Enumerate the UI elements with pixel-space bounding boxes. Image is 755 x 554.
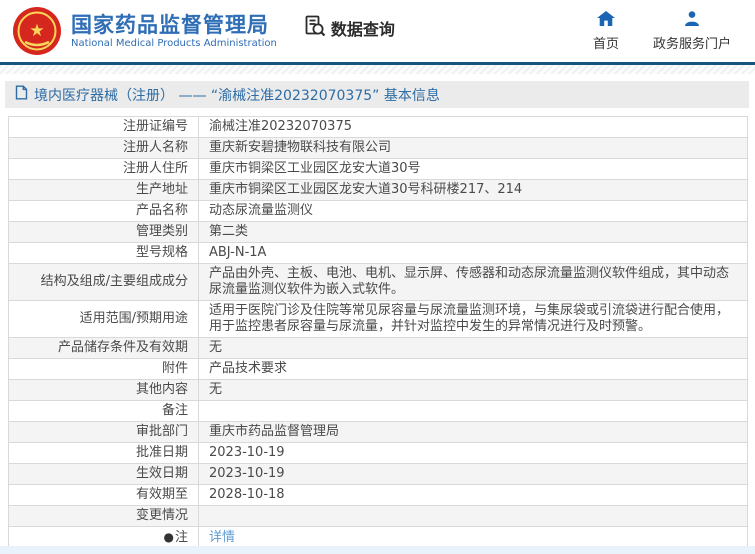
table-row: 有效期至 2028-10-18 xyxy=(8,484,748,506)
row-label: 附件 xyxy=(8,358,199,380)
bottom-strip xyxy=(0,546,755,554)
row-label: 生产地址 xyxy=(8,179,199,201)
table-row: 批准日期 2023-10-19 xyxy=(8,442,748,464)
row-label: 型号规格 xyxy=(8,242,199,264)
user-icon xyxy=(684,10,700,30)
info-table: 注册证编号 渝械注准20232070375 注册人名称 重庆新安碧捷物联科技有限… xyxy=(8,116,748,549)
org-name-zh: 国家药品监督管理局 xyxy=(71,13,269,37)
data-query-icon xyxy=(303,14,327,42)
row-value: ABJ-N-1A xyxy=(198,242,748,264)
org-name-en: National Medical Products Administration xyxy=(71,38,277,49)
row-value: 动态尿流量监测仪 xyxy=(198,200,748,222)
table-row: 产品储存条件及有效期 无 xyxy=(8,337,748,359)
row-label: 注册证编号 xyxy=(8,116,199,138)
row-value: 第二类 xyxy=(198,221,748,243)
table-row: 审批部门 重庆市药品监督管理局 xyxy=(8,421,748,443)
home-icon xyxy=(596,10,615,30)
data-query-label: 数据查询 xyxy=(330,20,395,39)
nav-item-portal[interactable]: 政务服务门户 xyxy=(652,10,731,52)
row-label: 适用范围/预期用途 xyxy=(8,300,199,338)
header: ★ 国家药品监督管理局 National Medical Products Ad… xyxy=(0,0,755,62)
row-value: 无 xyxy=(198,379,748,401)
row-label: 生效日期 xyxy=(8,463,199,485)
brand: 国家药品监督管理局 National Medical Products Admi… xyxy=(71,13,277,49)
data-query-button[interactable]: 数据查询 xyxy=(303,14,395,42)
row-label: 有效期至 xyxy=(8,484,199,506)
nav-item-home[interactable]: 首页 xyxy=(592,10,619,52)
svg-text:★: ★ xyxy=(29,21,44,41)
row-value: 重庆新安碧捷物联科技有限公司 xyxy=(198,137,748,159)
page-title: 境内医疗器械（注册） —— “渝械注准20232070375” 基本信息 xyxy=(34,87,440,104)
table-row: 其他内容 无 xyxy=(8,379,748,401)
note-icon: ● xyxy=(163,530,174,544)
table-row: 注册证编号 渝械注准20232070375 xyxy=(8,116,748,138)
table-row: 产品名称 动态尿流量监测仪 xyxy=(8,200,748,222)
nav-portal-label: 政务服务门户 xyxy=(652,36,731,52)
hatch-strip xyxy=(0,65,755,74)
row-label: 备注 xyxy=(8,400,199,422)
row-value: 适用于医院门诊及住院等常见尿容量与尿流量监测环境，与集尿袋或引流袋进行配合使用，… xyxy=(198,300,748,338)
table-row: 型号规格 ABJ-N-1A xyxy=(8,242,748,264)
nav-home-label: 首页 xyxy=(592,36,619,52)
table-row: 变更情况 xyxy=(8,505,748,527)
row-label: 其他内容 xyxy=(8,379,199,401)
row-value: 渝械注准20232070375 xyxy=(198,116,748,138)
row-value: 2023-10-19 xyxy=(198,442,748,464)
row-label: 产品名称 xyxy=(8,200,199,222)
row-value xyxy=(198,505,748,527)
table-row: 注册人名称 重庆新安碧捷物联科技有限公司 xyxy=(8,137,748,159)
row-label: 变更情况 xyxy=(8,505,199,527)
nmpa-emblem-logo: ★ xyxy=(12,6,62,56)
info-table-wrap: 注册证编号 渝械注准20232070375 注册人名称 重庆新安碧捷物联科技有限… xyxy=(8,116,748,549)
table-row: 注册人住所 重庆市铜梁区工业园区龙安大道30号 xyxy=(8,158,748,180)
table-row: 生产地址 重庆市铜梁区工业园区龙安大道30号科研楼217、214 xyxy=(8,179,748,201)
row-label: 注册人名称 xyxy=(8,137,199,159)
page-title-bar: 境内医疗器械（注册） —— “渝械注准20232070375” 基本信息 xyxy=(5,81,749,108)
details-link[interactable]: 详情 xyxy=(209,530,235,545)
table-row: 管理类别 第二类 xyxy=(8,221,748,243)
row-label: 审批部门 xyxy=(8,421,199,443)
row-label: 注册人住所 xyxy=(8,158,199,180)
row-value: 2023-10-19 xyxy=(198,463,748,485)
table-row: 适用范围/预期用途 适用于医院门诊及住院等常见尿容量与尿流量监测环境，与集尿袋或… xyxy=(8,300,748,338)
row-label: 结构及组成/主要组成成分 xyxy=(8,263,199,301)
table-row: 生效日期 2023-10-19 xyxy=(8,463,748,485)
document-icon xyxy=(15,85,28,104)
row-value: 重庆市药品监督管理局 xyxy=(198,421,748,443)
row-value: 产品技术要求 xyxy=(198,358,748,380)
row-value: 产品由外壳、主板、电池、电机、显示屏、传感器和动态尿流量监测仪软件组成，其中动态… xyxy=(198,263,748,301)
row-value: 重庆市铜梁区工业园区龙安大道30号科研楼217、214 xyxy=(198,179,748,201)
note-label: 注 xyxy=(174,530,188,545)
row-value: 重庆市铜梁区工业园区龙安大道30号 xyxy=(198,158,748,180)
row-label: 管理类别 xyxy=(8,221,199,243)
row-label: 产品储存条件及有效期 xyxy=(8,337,199,359)
row-value xyxy=(198,400,748,422)
table-row: 结构及组成/主要组成成分 产品由外壳、主板、电池、电机、显示屏、传感器和动态尿流… xyxy=(8,263,748,301)
table-row: 附件 产品技术要求 xyxy=(8,358,748,380)
row-label: 批准日期 xyxy=(8,442,199,464)
row-value: 无 xyxy=(198,337,748,359)
row-value: 2028-10-18 xyxy=(198,484,748,506)
top-nav: 首页 政务服务门户 xyxy=(592,10,741,52)
table-row: 备注 xyxy=(8,400,748,422)
